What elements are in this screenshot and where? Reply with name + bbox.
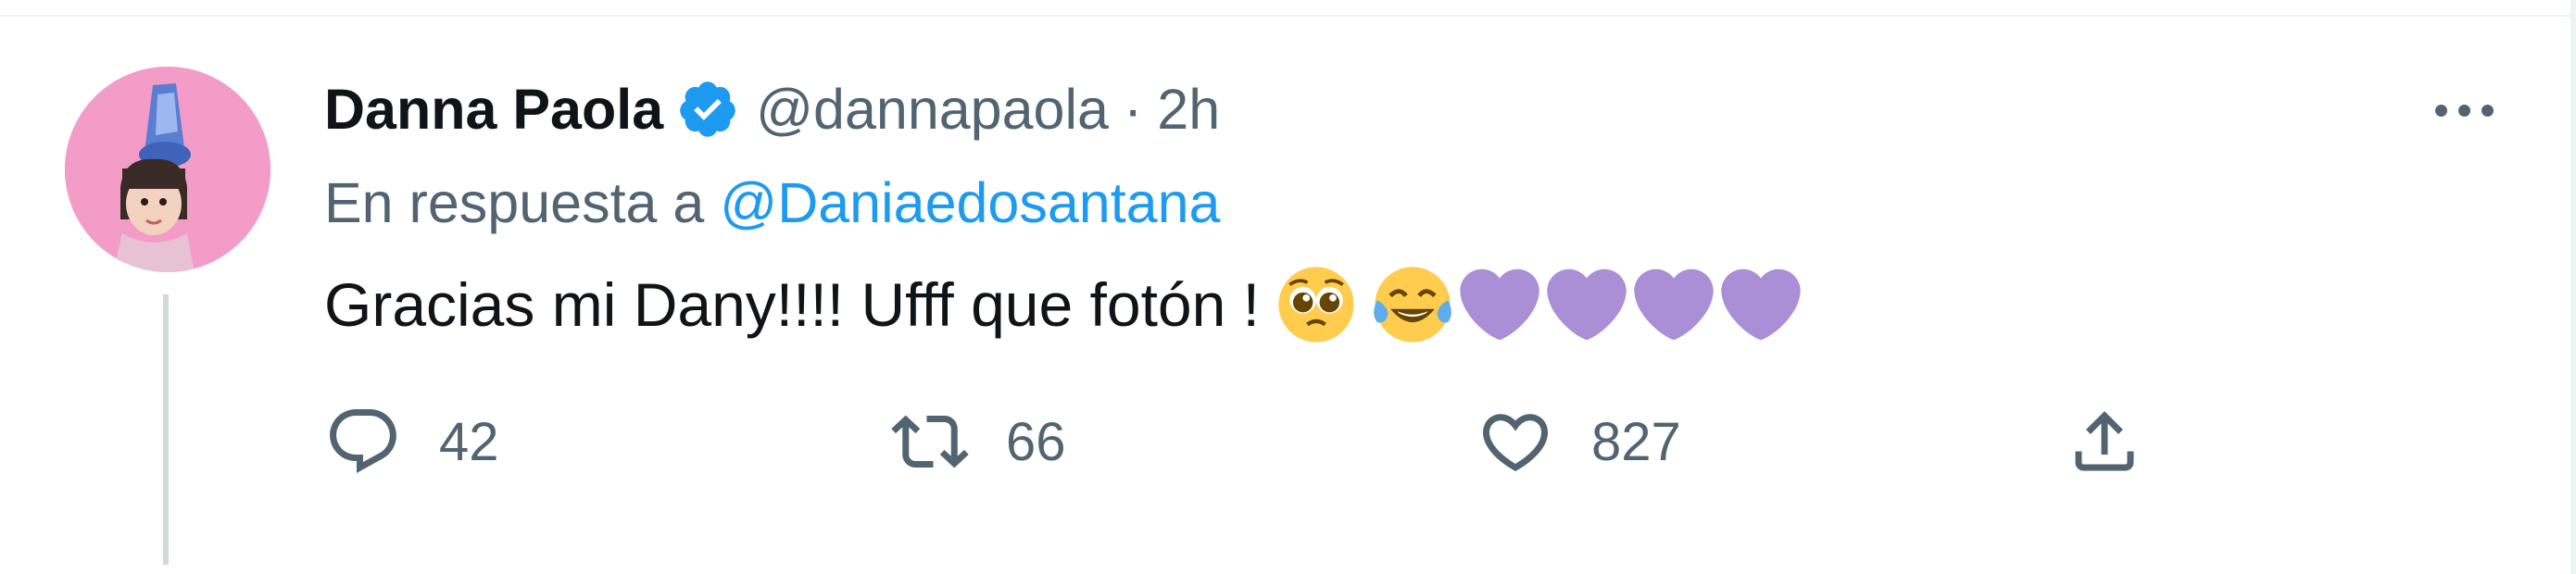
author-name[interactable]: Danna Paola [324,77,663,142]
share-button[interactable] [2066,400,2143,483]
thread-line [163,294,169,565]
timestamp[interactable]: 2h [1157,77,1220,142]
share-icon [2075,411,2134,471]
tweet-header: Danna Paola @dannapaola · 2h [324,72,1220,146]
like-button[interactable]: 827 [1476,400,1681,483]
purple-heart-emoji [1634,268,1714,341]
reply-count: 42 [439,411,499,472]
timeline-border [2570,0,2576,574]
pleading-face-emoji [1278,267,1354,343]
reply-mention-link[interactable]: @Daniaedosantana [720,171,1220,234]
reply-icon [330,409,396,473]
reply-context: En respuesta a @Daniaedosantana [324,170,1220,235]
top-divider [0,0,2576,17]
reply-prefix: En respuesta a [324,171,705,234]
tears-of-joy-emoji [1374,267,1451,343]
dot-separator: · [1123,78,1143,141]
avatar[interactable] [65,67,270,272]
retweet-button[interactable]: 66 [891,400,1066,483]
avatar-image [65,67,270,272]
tweet-body: Gracias mi Dany!!!! Ufff que fotón ! [324,270,1261,339]
more-icon[interactable] [2408,87,2519,133]
retweet-count: 66 [1006,411,1066,472]
like-count: 827 [1591,411,1681,472]
reply-button[interactable]: 42 [324,400,499,483]
retweet-icon [891,415,969,468]
author-handle[interactable]: @dannapaola [756,77,1109,142]
purple-heart-emoji [1547,268,1627,341]
verified-badge-icon [680,81,735,137]
purple-heart-emoji [1721,268,1801,341]
like-icon [1482,414,1549,472]
purple-heart-emoji [1460,268,1539,341]
tweet-text: Gracias mi Dany!!!! Ufff que fotón ! [324,265,1801,344]
